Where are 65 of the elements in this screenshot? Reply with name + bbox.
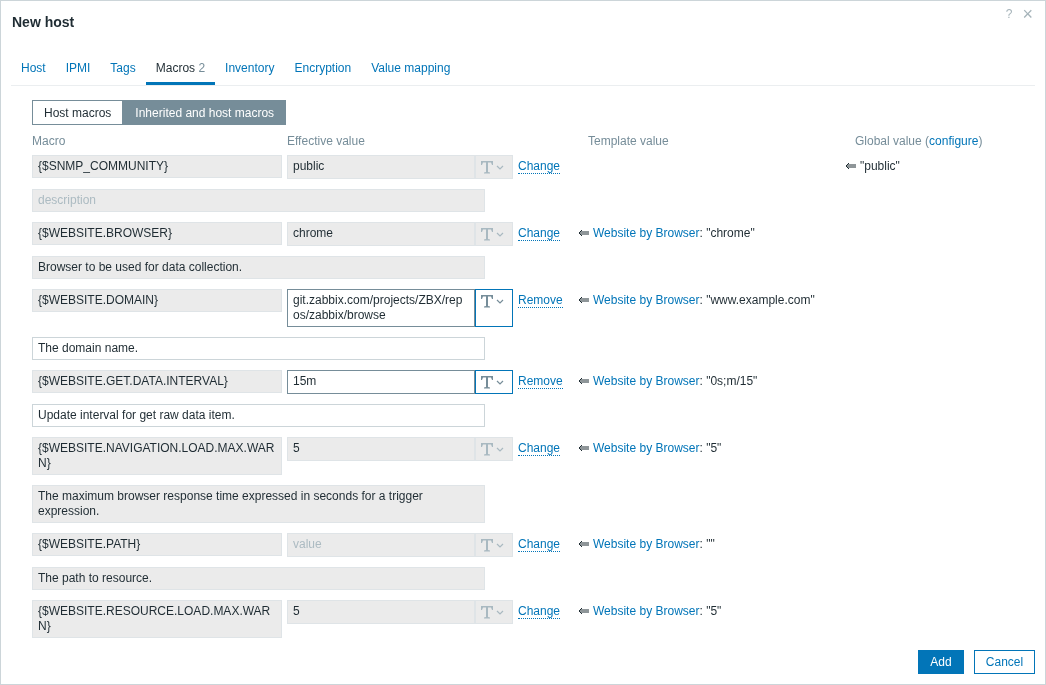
macro-action-link[interactable]: Change [518, 441, 561, 456]
text-type-icon [480, 160, 506, 174]
tab[interactable]: IPMI [55, 55, 101, 85]
tab[interactable]: Inventory [215, 55, 285, 85]
column-header: Macro [32, 133, 67, 149]
tab[interactable]: Host [11, 55, 56, 85]
macro-mode-button[interactable]: Inherited and host macros [123, 100, 287, 125]
macro-action-link[interactable]: Remove [518, 293, 563, 308]
value-field[interactable]: 15m [287, 370, 475, 394]
column-header: Effective value [287, 133, 366, 149]
macro-action-link[interactable]: Change [518, 537, 561, 552]
tab[interactable]: Tags [100, 55, 146, 85]
text-type-icon [480, 442, 506, 456]
value-field[interactable]: 5 [287, 437, 475, 461]
description-field[interactable]: The path to resource. [32, 567, 485, 590]
macro-action-link[interactable]: Change [518, 159, 561, 174]
macro-field[interactable]: {$WEBSITE.GET.DATA.INTERVAL} [32, 370, 282, 393]
text-type-icon [480, 605, 506, 619]
text-type-icon [480, 227, 506, 241]
column-header: Template value [588, 133, 670, 149]
global-value: "public" [860, 159, 900, 173]
macro-field[interactable]: {$WEBSITE.DOMAIN} [32, 289, 282, 312]
macro-mode-button[interactable]: Host macros [32, 100, 124, 125]
window-title: New host [12, 14, 75, 32]
value-field[interactable]: 5 [287, 600, 475, 624]
value-field[interactable]: public [287, 155, 475, 179]
value-type-button[interactable] [475, 289, 513, 327]
column-header: Global value (configure) [855, 133, 984, 149]
inherit-arrow-icon [578, 229, 589, 237]
macro-field[interactable]: {$WEBSITE.RESOURCE.LOAD.MAX.WARN} [32, 600, 282, 638]
text-type-icon [480, 375, 506, 389]
template-value: : "chrome" [699, 226, 755, 240]
macro-field[interactable]: {$WEBSITE.BROWSER} [32, 222, 282, 245]
inherit-arrow-icon [578, 377, 589, 385]
inherit-arrow-icon [578, 540, 589, 548]
value-type-button[interactable] [475, 370, 513, 394]
template-value: : "5" [699, 441, 722, 455]
dialog-button[interactable]: Cancel [974, 650, 1035, 674]
configure-link[interactable]: configure [929, 134, 979, 148]
inherit-arrow-icon [578, 296, 589, 304]
description-field[interactable]: Update interval for get raw data item. [32, 404, 485, 427]
template-value: : "0s;m/15" [699, 374, 758, 388]
template-value: : "www.example.com" [699, 293, 815, 307]
tab[interactable]: Value mapping [361, 55, 461, 85]
template-value: : "" [699, 537, 715, 551]
macro-field[interactable]: {$WEBSITE.PATH} [32, 533, 282, 556]
text-type-icon [480, 538, 506, 552]
macro-action-link[interactable]: Change [518, 604, 561, 619]
inherit-arrow-icon [845, 162, 856, 170]
macro-field[interactable]: {$SNMP_COMMUNITY} [32, 155, 282, 178]
macro-field[interactable]: {$WEBSITE.NAVIGATION.LOAD.MAX.WARN} [32, 437, 282, 475]
value-field[interactable]: chrome [287, 222, 475, 246]
inherit-arrow-icon [578, 444, 589, 452]
description-field[interactable]: The domain name. [32, 337, 485, 360]
template-value: : "5" [699, 604, 722, 618]
value-field[interactable]: git.zabbix.com/projects/ZBX/repos/zabbix/browse [287, 289, 475, 327]
tab[interactable]: Encryption [284, 55, 362, 85]
inherit-arrow-icon [578, 607, 589, 615]
description-field[interactable]: Browser to be used for data collection. [32, 256, 485, 279]
tab[interactable]: Macros 2 [145, 55, 216, 85]
dialog-button[interactable]: Add [918, 650, 964, 674]
text-type-icon [480, 294, 506, 308]
description-field[interactable]: The maximum browser response time expressed in seconds for a trigger expression. [32, 485, 485, 523]
macro-action-link[interactable]: Change [518, 226, 561, 241]
macro-action-link[interactable]: Remove [518, 374, 563, 389]
